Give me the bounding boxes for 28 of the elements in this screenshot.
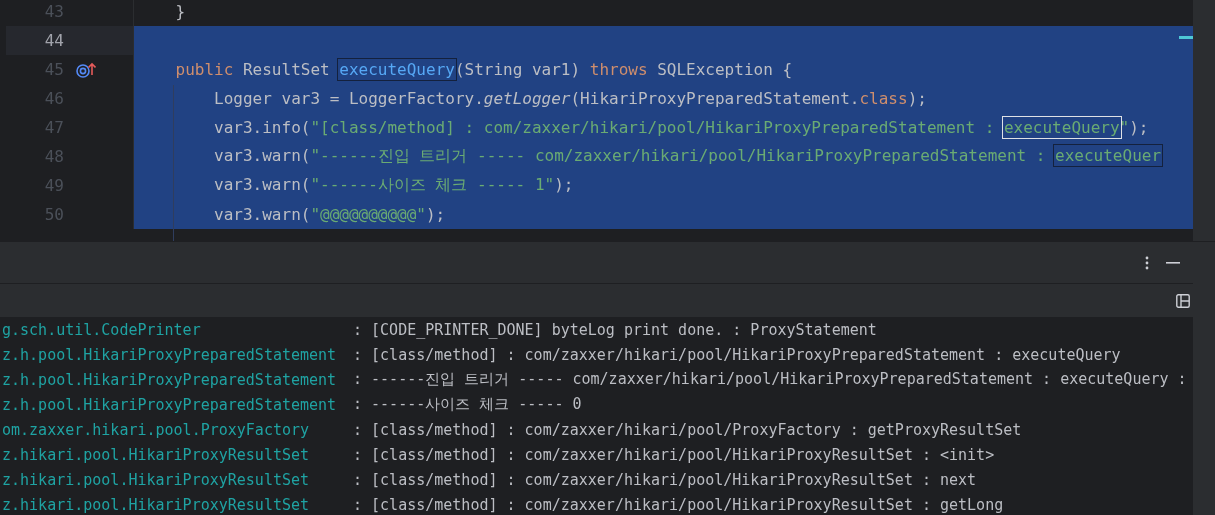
code-line: } — [174, 2, 186, 21]
logger-name: z.h.pool.HikariProxyPreparedStatement — [2, 345, 338, 364]
layout-icon[interactable] — [1176, 294, 1190, 308]
logger-name: g.sch.util.CodePrinter — [2, 320, 202, 339]
logger-name: z.h.pool.HikariProxyPreparedStatement — [2, 395, 338, 414]
code-line: var3.warn("------진입 트리거 ----- com/zaxxer/hikari/pool/HikariProxyPreparedStatement : executeQuer — [213, 146, 1162, 167]
log-message: : ------진입 트리거 ----- com/zaxxer/hikari/pool/HikariProxyPreparedStatement : executeQuery : — [353, 370, 1187, 389]
log-message: : [class/method] : com/zaxxer/hikari/pool/HikariProxyResultSet : <init> — [353, 445, 995, 464]
logger-name: om.zaxxer.hikari.pool.ProxyFactory — [2, 420, 311, 439]
code-line: public ResultSet executeQuery(String var1) throws SQLException { — [174, 60, 793, 79]
logger-name: z.hikari.pool.HikariProxyResultSet — [2, 470, 311, 489]
logger-name: z.h.pool.HikariProxyPreparedStatement — [2, 370, 338, 389]
code-line: var3.warn("------사이즈 체크 ----- 1"); — [213, 175, 574, 196]
log-message: : ------사이즈 체크 ----- 0 — [353, 395, 582, 414]
line-number: 44 — [43, 31, 64, 50]
log-message: : [class/method] : com/zaxxer/hikari/pool/HikariProxyResultSet : getLong — [353, 495, 1004, 514]
logger-name: z.hikari.pool.HikariProxyResultSet — [2, 445, 311, 464]
implementation-icon[interactable] — [76, 61, 96, 78]
change-marker — [1179, 36, 1193, 39]
log-message: : [class/method] : com/zaxxer/hikari/pool/ProxyFactory : getProxyResultSet — [353, 420, 1022, 439]
code-line: var3.warn("@@@@@@@@@@"); — [213, 205, 446, 224]
logger-name: z.hikari.pool.HikariProxyResultSet — [2, 495, 311, 514]
log-message: : [CODE_PRINTER_DONE] byteLog print done. : ProxyStatement — [353, 320, 877, 339]
log-message: : [class/method] : com/zaxxer/hikari/pool/HikariProxyPreparedStatement : executeQuery — [353, 345, 1121, 364]
more-options-icon[interactable] — [1145, 256, 1149, 270]
code-line: var3.info("[class/method] : com/zaxxer/hikari/pool/HikariProxyPreparedStatement : executeQuery"); — [213, 118, 1149, 137]
code-line: Logger var3 = LoggerFactory.getLogger(HikariProxyPreparedStatement.class); — [213, 89, 927, 108]
log-message: : [class/method] : com/zaxxer/hikari/pool/HikariProxyResultSet : next — [353, 470, 977, 489]
